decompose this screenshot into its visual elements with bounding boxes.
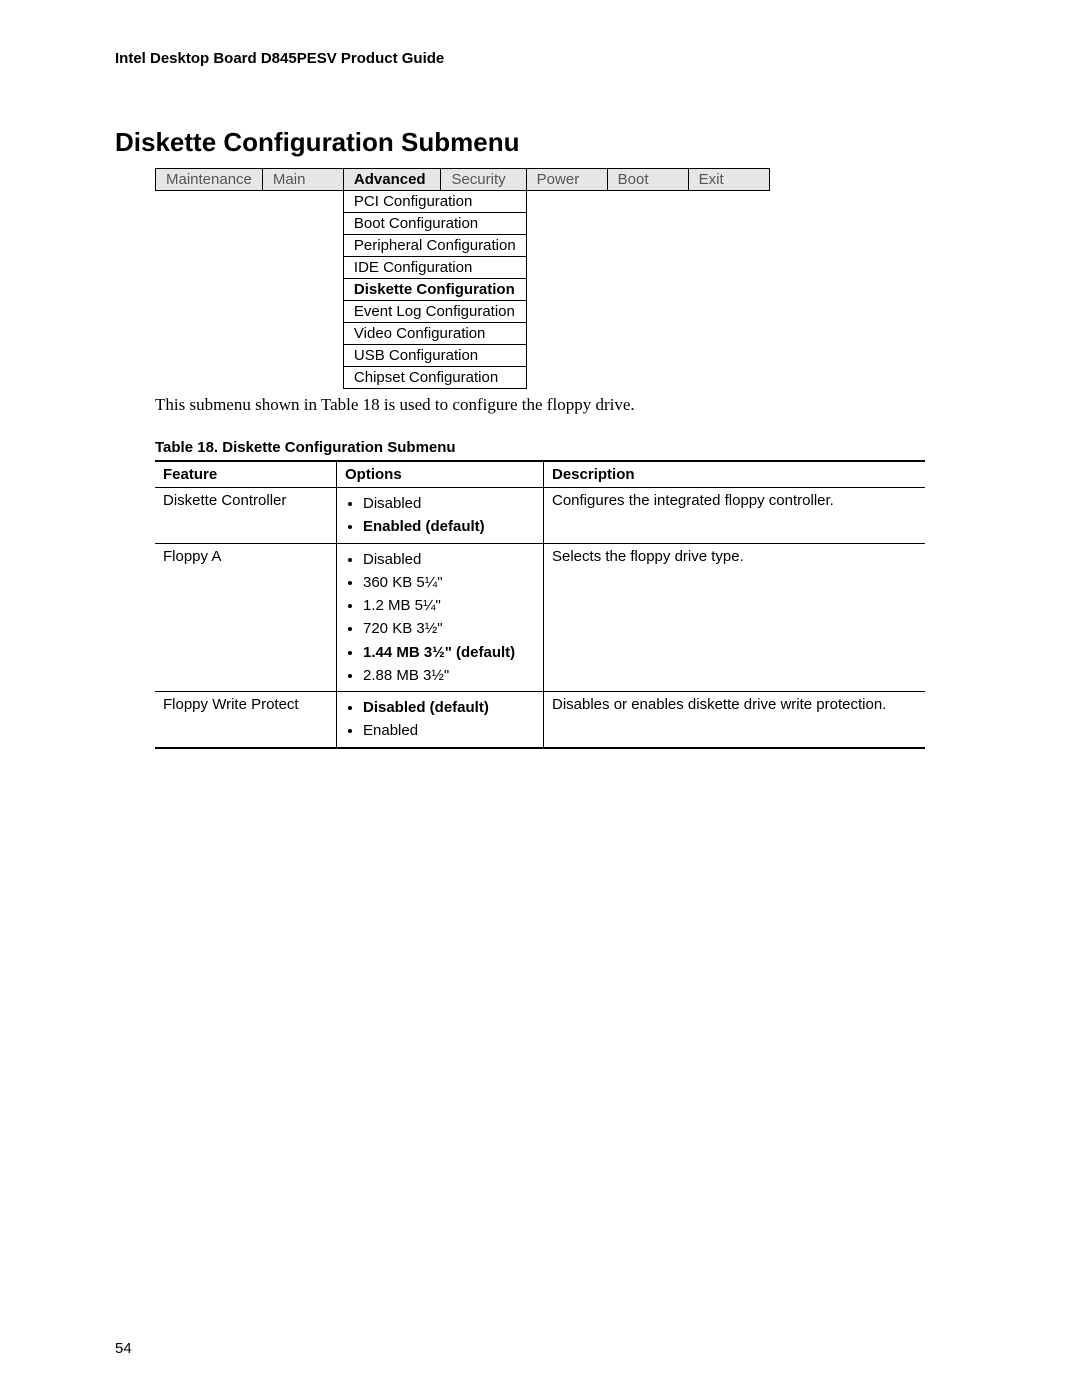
- feature-description: Configures the integrated floppy control…: [544, 488, 926, 544]
- option-item: Enabled: [363, 719, 535, 742]
- col-header-feature: Feature: [155, 461, 337, 488]
- submenu-item: Diskette Configuration: [343, 279, 526, 301]
- feature-name: Diskette Controller: [155, 488, 337, 544]
- tab-main: Main: [262, 169, 343, 191]
- option-item: Disabled: [363, 548, 535, 571]
- feature-table: Feature Options Description Diskette Con…: [155, 460, 925, 749]
- option-item: 720 KB 3½": [363, 617, 535, 640]
- feature-name: Floppy Write Protect: [155, 692, 337, 748]
- col-header-description: Description: [544, 461, 926, 488]
- feature-options: Disabled (default)Enabled: [337, 692, 544, 748]
- submenu-item: Peripheral Configuration: [343, 235, 526, 257]
- feature-options: Disabled360 KB 5¼"1.2 MB 5¼"720 KB 3½"1.…: [337, 543, 544, 692]
- submenu-item: Chipset Configuration: [343, 367, 526, 389]
- tab-boot: Boot: [607, 169, 688, 191]
- option-item: 1.44 MB 3½" (default): [363, 641, 535, 664]
- option-item: 2.88 MB 3½": [363, 664, 535, 687]
- tab-maintenance: Maintenance: [156, 169, 263, 191]
- submenu-item: Boot Configuration: [343, 213, 526, 235]
- tab-advanced: Advanced: [343, 169, 441, 191]
- bios-menu-layout: MaintenanceMainAdvancedSecurityPowerBoot…: [155, 168, 770, 389]
- table-caption: Table 18. Diskette Configuration Submenu: [155, 439, 965, 456]
- feature-description: Disables or enables diskette drive write…: [544, 692, 926, 748]
- feature-name: Floppy A: [155, 543, 337, 692]
- option-item: Disabled (default): [363, 696, 535, 719]
- submenu-item: PCI Configuration: [343, 191, 526, 213]
- col-header-options: Options: [337, 461, 544, 488]
- tab-security: Security: [441, 169, 526, 191]
- page-title: Diskette Configuration Submenu: [115, 127, 965, 158]
- page-number: 54: [115, 1340, 132, 1357]
- tab-exit: Exit: [688, 169, 769, 191]
- option-item: 1.2 MB 5¼": [363, 594, 535, 617]
- submenu-item: Event Log Configuration: [343, 301, 526, 323]
- submenu-item: USB Configuration: [343, 345, 526, 367]
- feature-description: Selects the floppy drive type.: [544, 543, 926, 692]
- submenu-item: Video Configuration: [343, 323, 526, 345]
- tab-power: Power: [526, 169, 607, 191]
- running-header: Intel Desktop Board D845PESV Product Gui…: [115, 50, 965, 67]
- option-item: Enabled (default): [363, 515, 535, 538]
- option-item: 360 KB 5¼": [363, 571, 535, 594]
- feature-options: DisabledEnabled (default): [337, 488, 544, 544]
- body-text: This submenu shown in Table 18 is used t…: [155, 395, 965, 415]
- submenu-item: IDE Configuration: [343, 257, 526, 279]
- option-item: Disabled: [363, 492, 535, 515]
